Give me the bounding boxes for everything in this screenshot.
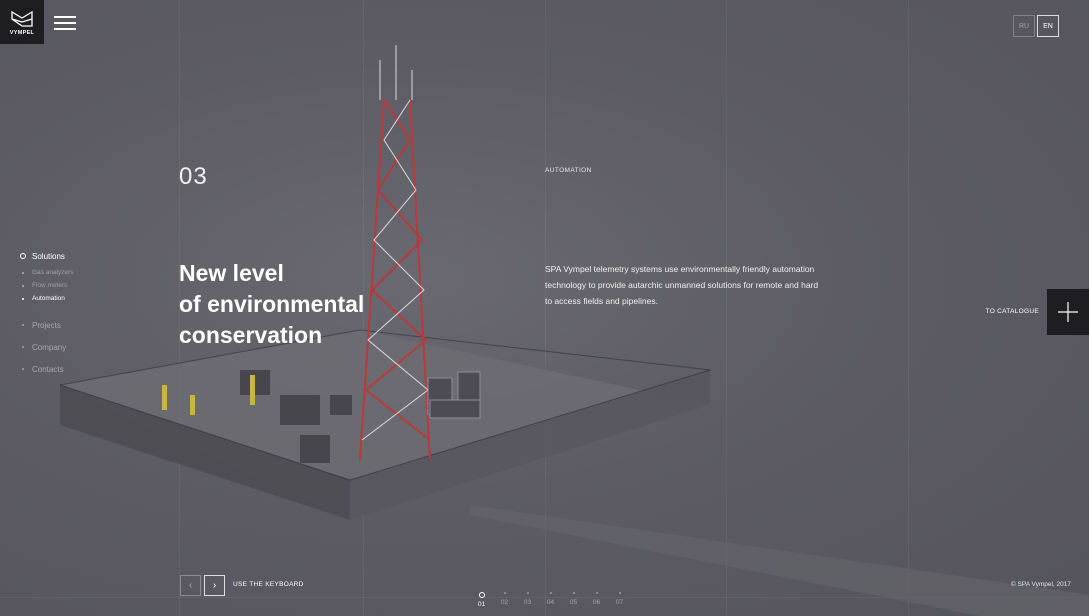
to-catalogue-link[interactable]: TO CATALOGUE [986,308,1039,315]
language-switcher: RU EN [1013,15,1059,37]
nav-item-label: Projects [32,320,61,330]
nav-item-label: Company [32,342,67,352]
page-dot[interactable]: 01 [470,592,493,608]
page-dot[interactable]: 04 [539,592,562,608]
subnav-item-label: Automation [32,295,65,302]
menu-icon[interactable] [54,15,76,31]
lang-en-button[interactable]: EN [1037,15,1059,37]
nav-dot [19,253,27,259]
keyboard-hint: USE THE KEYBOARD [233,581,304,588]
headline-line: of environmental [179,291,365,317]
page-dot[interactable]: 03 [516,592,539,608]
next-slide-button[interactable]: › [204,575,225,596]
nav-item-solutions[interactable]: Solutions [19,249,74,263]
brand-name: VYMPEL [9,29,35,36]
plus-icon [1058,302,1078,322]
side-nav: Solutions Gas analyzers Flow meters Auto… [19,249,74,380]
slide-arrows: ‹ › [180,575,225,596]
slide-description: SPA Vympel telemetry systems use environ… [545,264,819,306]
nav-item-contacts[interactable]: Contacts [19,358,74,380]
slide-pagination: 01 02 03 04 05 06 07 [470,592,631,608]
subnav-item-automation[interactable]: Automation [19,292,74,305]
lang-ru-button[interactable]: RU [1013,15,1035,37]
brand-logo[interactable]: VYMPEL [0,0,44,44]
vympel-logo-icon [11,10,33,27]
nav-item-projects[interactable]: Projects [19,314,74,336]
subnav-item-gas-analyzers[interactable]: Gas analyzers [19,266,74,279]
subnav-item-label: Gas analyzers [32,269,74,276]
nav-item-label: Solutions [32,251,65,261]
page-dot[interactable]: 07 [608,592,631,608]
slide-headline: New level of environmental conservation [179,258,364,351]
page-dot[interactable]: 02 [493,592,516,608]
headline-line: New level [179,260,284,286]
copyright: © SPA Vympel, 2017 [1010,581,1071,588]
subnav-item-label: Flow meters [32,282,68,289]
slide-number: 03 [179,163,208,190]
subnav-item-flow-meters[interactable]: Flow meters [19,279,74,292]
nav-item-company[interactable]: Company [19,336,74,358]
page-dot[interactable]: 05 [562,592,585,608]
page-dot[interactable]: 06 [585,592,608,608]
prev-slide-button[interactable]: ‹ [180,575,201,596]
slide-category: AUTOMATION [545,167,592,174]
to-catalogue-button[interactable] [1047,289,1089,335]
headline-line: conservation [179,322,323,348]
nav-item-label: Contacts [32,364,64,374]
